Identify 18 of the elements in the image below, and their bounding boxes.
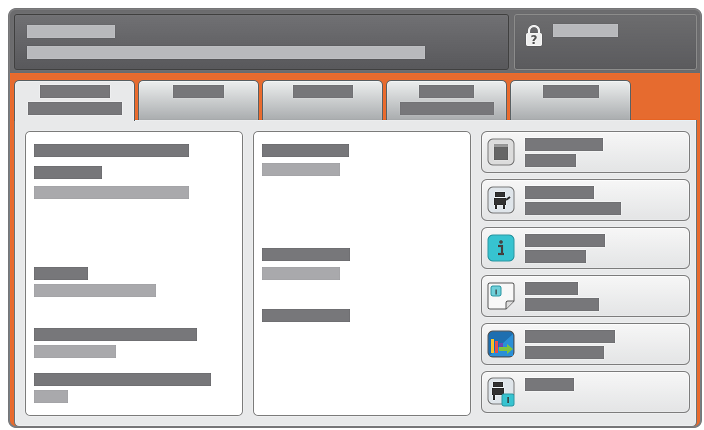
tray-icon	[487, 138, 515, 166]
printer-info-icon	[487, 377, 515, 407]
menu-button[interactable]	[481, 227, 690, 269]
menu-button[interactable]	[481, 323, 690, 365]
menu-button[interactable]	[481, 275, 690, 317]
tab[interactable]	[510, 80, 631, 120]
menu-button[interactable]	[481, 179, 690, 221]
note-info-icon	[487, 282, 515, 310]
help-button[interactable]: ?	[514, 14, 697, 70]
printer-icon	[487, 186, 515, 214]
tab[interactable]	[138, 80, 259, 120]
tab[interactable]	[262, 80, 383, 120]
menu-button[interactable]	[481, 131, 690, 173]
info-icon	[487, 234, 515, 262]
tab[interactable]	[386, 80, 507, 120]
tab[interactable]	[14, 80, 135, 121]
menu-button[interactable]	[481, 371, 690, 413]
redacted-text-bar	[553, 24, 618, 37]
